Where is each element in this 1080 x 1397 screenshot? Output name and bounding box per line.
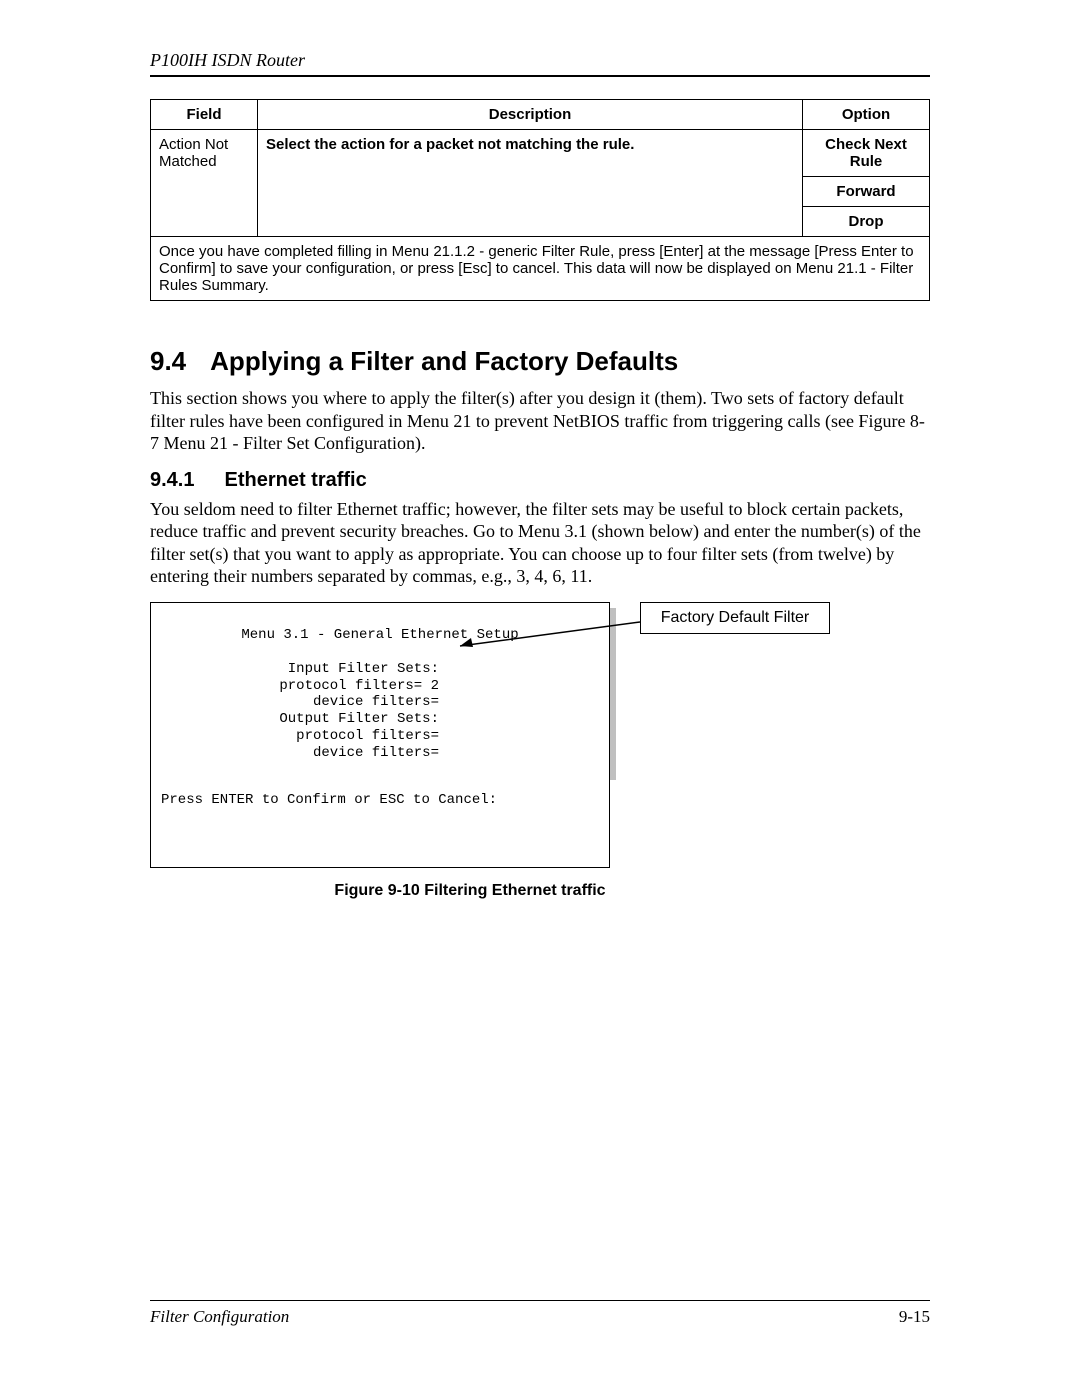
table-header-row: Field Description Option bbox=[151, 100, 930, 130]
cell-note: Once you have completed filling in Menu … bbox=[151, 237, 930, 301]
th-option: Option bbox=[803, 100, 930, 130]
page: P100IH ISDN Router Field Description Opt… bbox=[0, 0, 1080, 1397]
terminal-figure: Menu 3.1 - General Ethernet Setup Input … bbox=[150, 602, 790, 868]
footer-rule bbox=[150, 1300, 930, 1301]
section-paragraph: This section shows you where to apply th… bbox=[150, 387, 930, 455]
footer-right: 9-15 bbox=[899, 1307, 930, 1327]
table-note-row: Once you have completed filling in Menu … bbox=[151, 237, 930, 301]
section-title: Applying a Filter and Factory Defaults bbox=[210, 346, 678, 376]
page-footer: Filter Configuration 9-15 bbox=[150, 1300, 930, 1327]
table-row: Action Not Matched Select the action for… bbox=[151, 130, 930, 177]
subsection-heading: 9.4.1 Ethernet traffic bbox=[150, 469, 930, 492]
running-header: P100IH ISDN Router bbox=[150, 50, 930, 71]
options-table: Field Description Option Action Not Matc… bbox=[150, 99, 930, 301]
subsection-title: Ethernet traffic bbox=[224, 469, 366, 491]
figure-caption: Figure 9-10 Filtering Ethernet traffic bbox=[150, 882, 790, 900]
th-description: Description bbox=[258, 100, 803, 130]
cell-option-0: Check Next Rule bbox=[803, 130, 930, 177]
cell-option-2: Drop bbox=[803, 207, 930, 237]
cell-field: Action Not Matched bbox=[151, 130, 258, 237]
callout-arrow bbox=[455, 622, 655, 662]
subsection-number: 9.4.1 bbox=[150, 469, 194, 491]
section-heading: 9.4 Applying a Filter and Factory Default… bbox=[150, 346, 930, 377]
subsection-paragraph: You seldom need to filter Ethernet traff… bbox=[150, 498, 930, 588]
header-rule bbox=[150, 75, 930, 77]
th-field: Field bbox=[151, 100, 258, 130]
terminal-footer: Press ENTER to Confirm or ESC to Cancel: bbox=[161, 792, 599, 809]
terminal-body: Input Filter Sets: protocol filters= 2 d… bbox=[161, 661, 599, 762]
cell-description: Select the action for a packet not match… bbox=[258, 130, 803, 237]
footer-left: Filter Configuration bbox=[150, 1307, 289, 1327]
callout-box: Factory Default Filter bbox=[640, 602, 830, 634]
cell-option-1: Forward bbox=[803, 177, 930, 207]
section-number: 9.4 bbox=[150, 346, 186, 376]
